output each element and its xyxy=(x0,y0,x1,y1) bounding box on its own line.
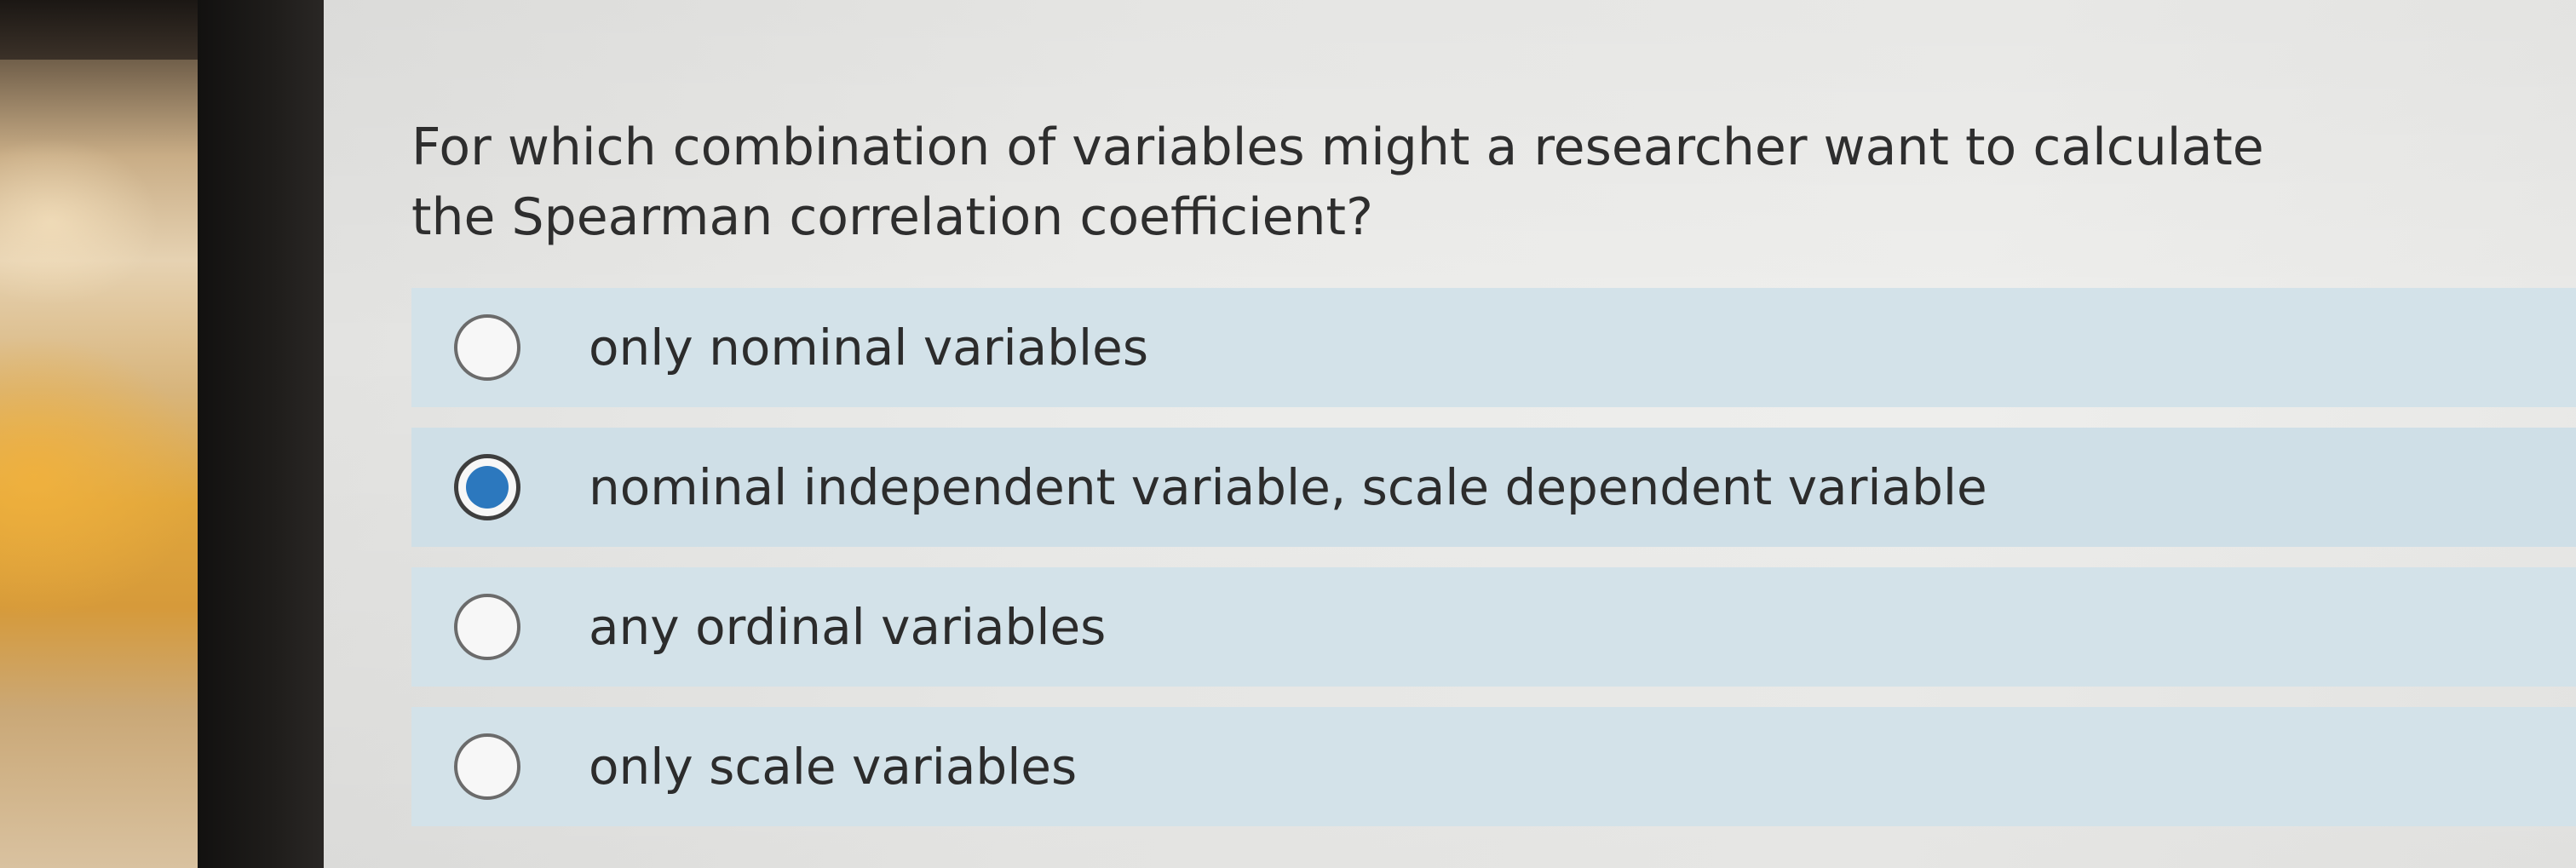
answer-option-4[interactable]: only scale variables xyxy=(411,707,2576,826)
answer-option-label: nominal independent variable, scale depe… xyxy=(589,458,1987,516)
radio-unchecked-icon[interactable] xyxy=(454,733,520,800)
monitor-screen: For which combination of variables might… xyxy=(324,0,2576,868)
answer-option-3[interactable]: any ordinal variables xyxy=(411,567,2576,687)
photo-scene: For which combination of variables might… xyxy=(0,0,2576,868)
answer-option-label: only scale variables xyxy=(589,738,1078,796)
answer-options: only nominal variables nominal independe… xyxy=(411,288,2576,847)
monitor-bezel xyxy=(198,0,325,868)
answer-option-2[interactable]: nominal independent variable, scale depe… xyxy=(411,428,2576,547)
room-background xyxy=(0,0,204,868)
answer-option-label: only nominal variables xyxy=(589,319,1149,377)
radio-unchecked-icon[interactable] xyxy=(454,314,520,381)
room-shadow xyxy=(0,0,204,60)
radio-checked-icon[interactable] xyxy=(454,454,520,520)
answer-option-label: any ordinal variables xyxy=(589,598,1107,656)
answer-option-1[interactable]: only nominal variables xyxy=(411,288,2576,407)
question-text: For which combination of variables might… xyxy=(411,118,2264,247)
radio-unchecked-icon[interactable] xyxy=(454,594,520,660)
